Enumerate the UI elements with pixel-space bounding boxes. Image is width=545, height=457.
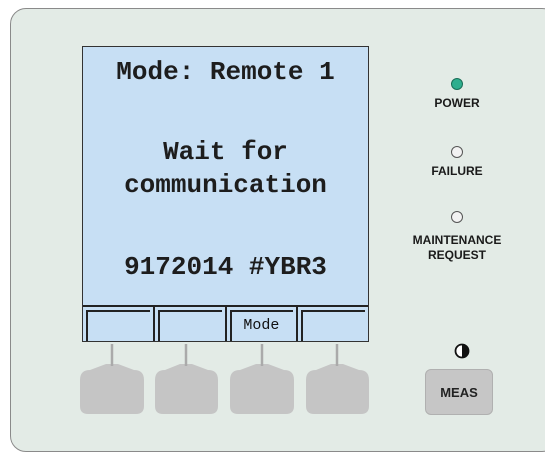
softkey-1 bbox=[83, 305, 155, 341]
maintenance-request-label: MAINTENANCE REQUEST bbox=[412, 233, 502, 262]
meas-button[interactable]: MEAS bbox=[425, 369, 493, 415]
display-line-communication: communication bbox=[124, 170, 327, 200]
failure-label: FAILURE bbox=[431, 164, 483, 178]
display-line-mode: Mode: Remote 1 bbox=[116, 57, 335, 87]
power-led-icon bbox=[451, 78, 463, 90]
display-line-wait: Wait for bbox=[163, 137, 288, 167]
lcd-display: Mode: Remote 1 Wait for communication 91… bbox=[82, 46, 369, 342]
softkey-2 bbox=[154, 305, 227, 341]
display-line-id: 9172014 #YBR3 bbox=[124, 252, 327, 282]
softkey-4 bbox=[298, 305, 368, 341]
power-label: POWER bbox=[434, 96, 480, 110]
contrast-icon bbox=[454, 343, 470, 359]
failure-led-icon bbox=[451, 146, 463, 158]
maintenance-led-icon bbox=[451, 211, 463, 223]
softkey-mode-label: Mode bbox=[243, 316, 280, 334]
softkey-3-mode: Mode bbox=[226, 305, 299, 341]
softkey-bar: Mode bbox=[83, 305, 368, 341]
